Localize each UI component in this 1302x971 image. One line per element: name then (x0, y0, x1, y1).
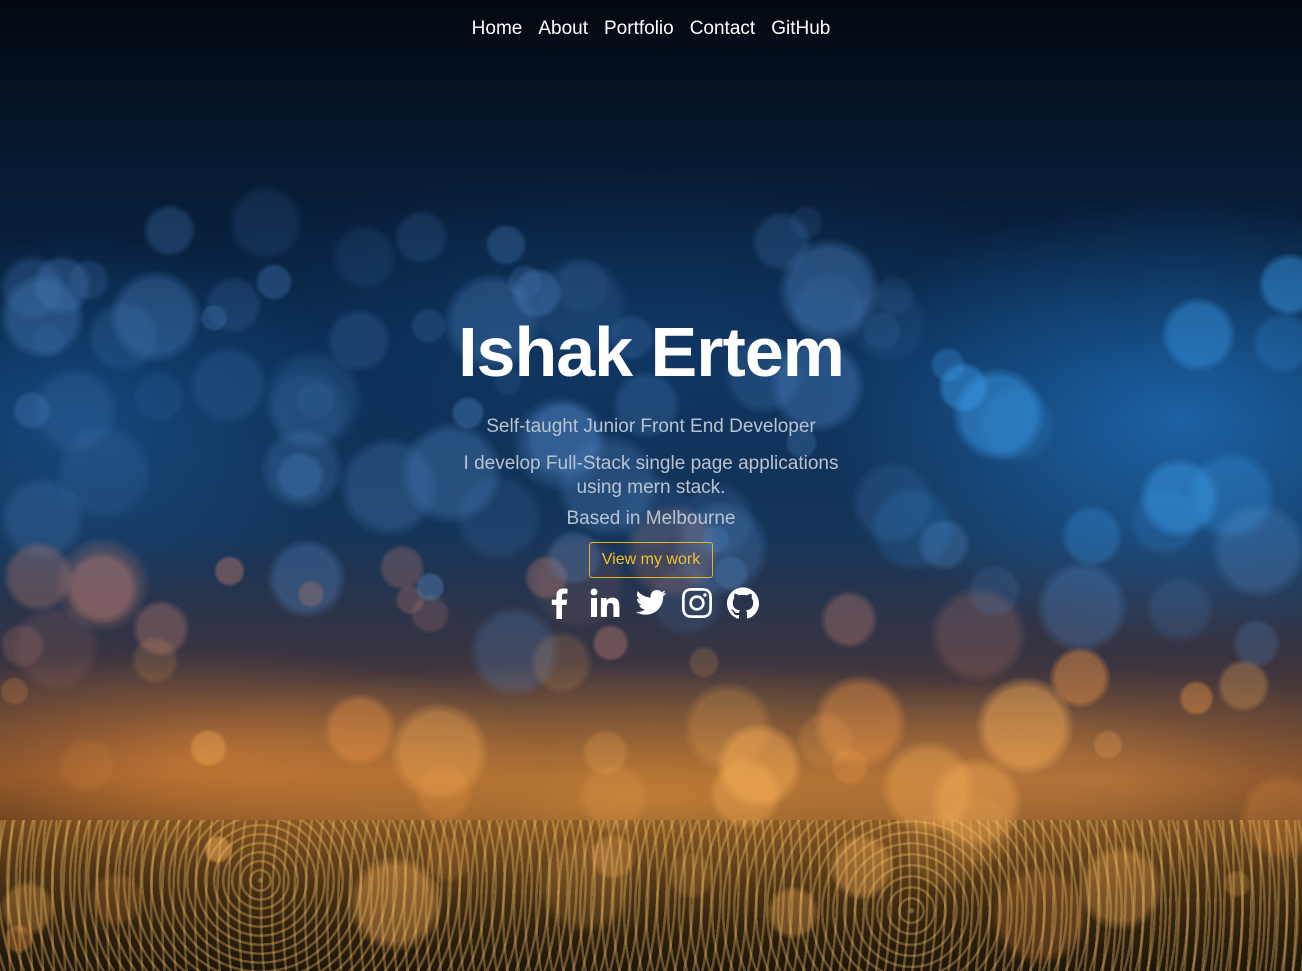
instagram-icon[interactable] (681, 586, 713, 620)
nav-home-link[interactable]: Home (472, 18, 523, 40)
top-nav: Home About Portfolio Contact GitHub (0, 18, 1302, 40)
background-glitter (0, 820, 1302, 971)
hero-location: Based in Melbourne (566, 508, 736, 529)
hero-section: Ishak Ertem Self-taught Junior Front End… (0, 310, 1302, 620)
hero-description: I develop Full-Stack single page applica… (463, 453, 839, 498)
social-links (0, 586, 1302, 620)
nav-github-link[interactable]: GitHub (771, 18, 830, 40)
nav-contact-link[interactable]: Contact (690, 18, 755, 40)
twitter-icon[interactable] (635, 586, 667, 620)
nav-portfolio-link[interactable]: Portfolio (604, 18, 674, 40)
view-work-button[interactable]: View my work (588, 542, 714, 578)
page: Home About Portfolio Contact GitHub Isha… (0, 0, 1302, 971)
linkedin-icon[interactable] (589, 586, 621, 620)
hero-name: Ishak Ertem (458, 313, 845, 391)
github-icon[interactable] (727, 586, 759, 620)
nav-about-link[interactable]: About (538, 18, 588, 40)
hero-subtitle: Self-taught Junior Front End Developer (486, 416, 816, 437)
facebook-icon[interactable] (543, 586, 575, 620)
